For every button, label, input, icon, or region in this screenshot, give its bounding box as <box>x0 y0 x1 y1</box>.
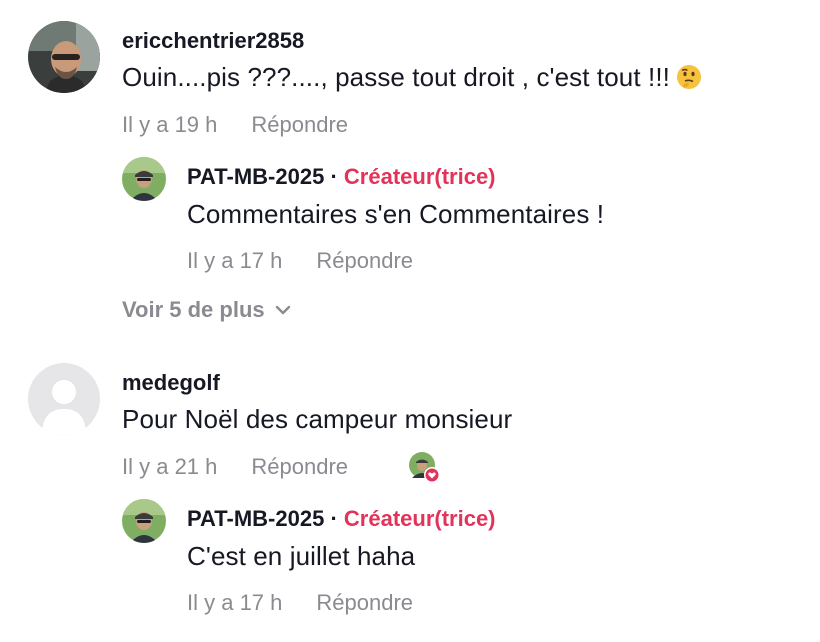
comment-timestamp: Il y a 21 h <box>122 454 218 479</box>
creator-avatar-photo-icon <box>122 499 166 543</box>
view-more-label: Voir 5 de plus <box>122 297 265 322</box>
comment-username[interactable]: ericchentrier2858 <box>122 28 304 54</box>
separator-dot: · <box>330 506 338 531</box>
comment-text-body: Ouin....pis ???...., passe tout droit , … <box>122 62 670 92</box>
reply-timestamp: Il y a 17 h <box>187 590 283 615</box>
reply-timestamp: Il y a 17 h <box>187 248 283 273</box>
avatar-photo-icon <box>28 21 100 93</box>
reply-text: C'est en juillet haha <box>187 541 416 571</box>
reply-header: PAT-MB-2025 · Créateur(trice) <box>187 164 496 190</box>
reply-header: PAT-MB-2025 · Créateur(trice) <box>187 506 496 532</box>
reply-button[interactable]: Répondre <box>251 112 348 138</box>
comment-username[interactable]: medegolf <box>122 370 220 396</box>
separator-dot: · <box>330 164 338 189</box>
reply-text: Commentaires s'en Commentaires ! <box>187 199 605 229</box>
user-avatar[interactable] <box>28 21 100 93</box>
reply-button[interactable]: Répondre <box>316 590 413 616</box>
creator-avatar-photo-icon <box>122 157 166 201</box>
reply-username[interactable]: PAT-MB-2025 <box>187 164 324 189</box>
reply-username[interactable]: PAT-MB-2025 <box>187 506 324 531</box>
reply-button[interactable]: Répondre <box>316 248 413 274</box>
creator-avatar[interactable] <box>122 157 166 201</box>
view-more-replies-button[interactable]: Voir 5 de plus <box>122 297 291 323</box>
creator-badge: Créateur(trice) <box>343 164 496 189</box>
reply-meta: Il y a 17 h Répondre <box>187 248 413 274</box>
creator-avatar[interactable] <box>122 499 166 543</box>
reply-button[interactable]: Répondre <box>251 454 348 480</box>
reply-meta: Il y a 17 h Répondre <box>187 590 413 616</box>
default-avatar-icon <box>28 363 100 435</box>
chevron-down-icon <box>275 305 290 315</box>
comment-meta: Il y a 19 h Répondre <box>122 112 348 138</box>
comment-timestamp: Il y a 19 h <box>122 112 218 137</box>
comment-meta: Il y a 21 h Répondre <box>122 454 348 480</box>
creator-badge: Créateur(trice) <box>343 506 496 531</box>
creator-liked-icon <box>407 451 440 483</box>
thinking-face-icon <box>676 65 701 89</box>
creator-liked-heart-icon <box>409 452 440 483</box>
comment-text: Pour Noël des campeur monsieur <box>122 404 513 434</box>
comment-text: Ouin....pis ???...., passe tout droit , … <box>122 62 702 93</box>
user-avatar[interactable] <box>28 363 100 435</box>
